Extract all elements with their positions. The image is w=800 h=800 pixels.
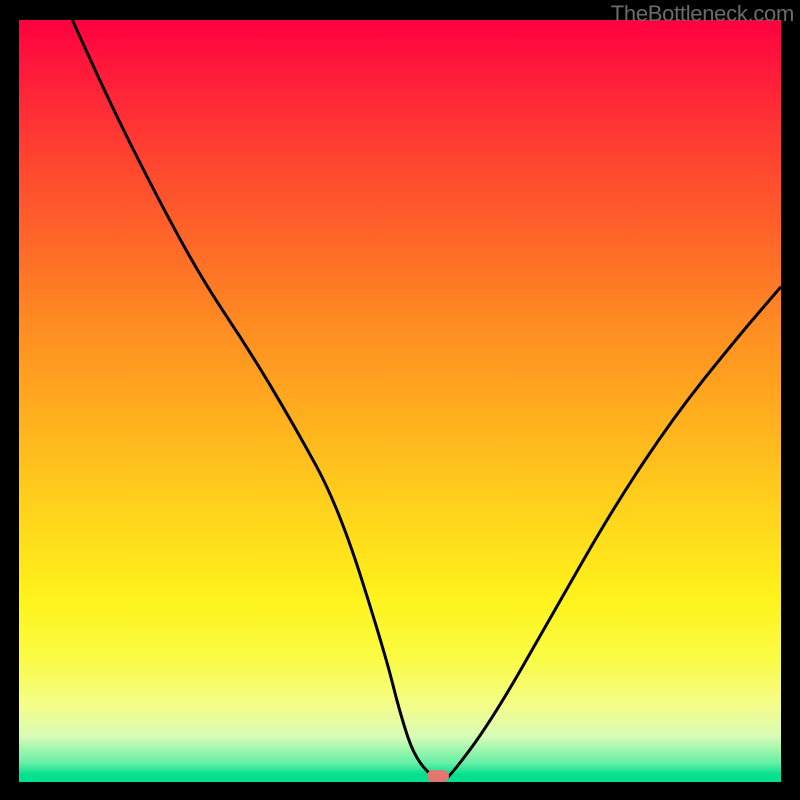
chart-frame: TheBottleneck.com <box>0 0 800 800</box>
watermark-text: TheBottleneck.com <box>611 1 794 27</box>
plot-area <box>19 20 781 782</box>
bottleneck-curve <box>72 20 781 782</box>
optimal-point-marker <box>427 770 449 782</box>
curve-svg <box>19 20 781 782</box>
